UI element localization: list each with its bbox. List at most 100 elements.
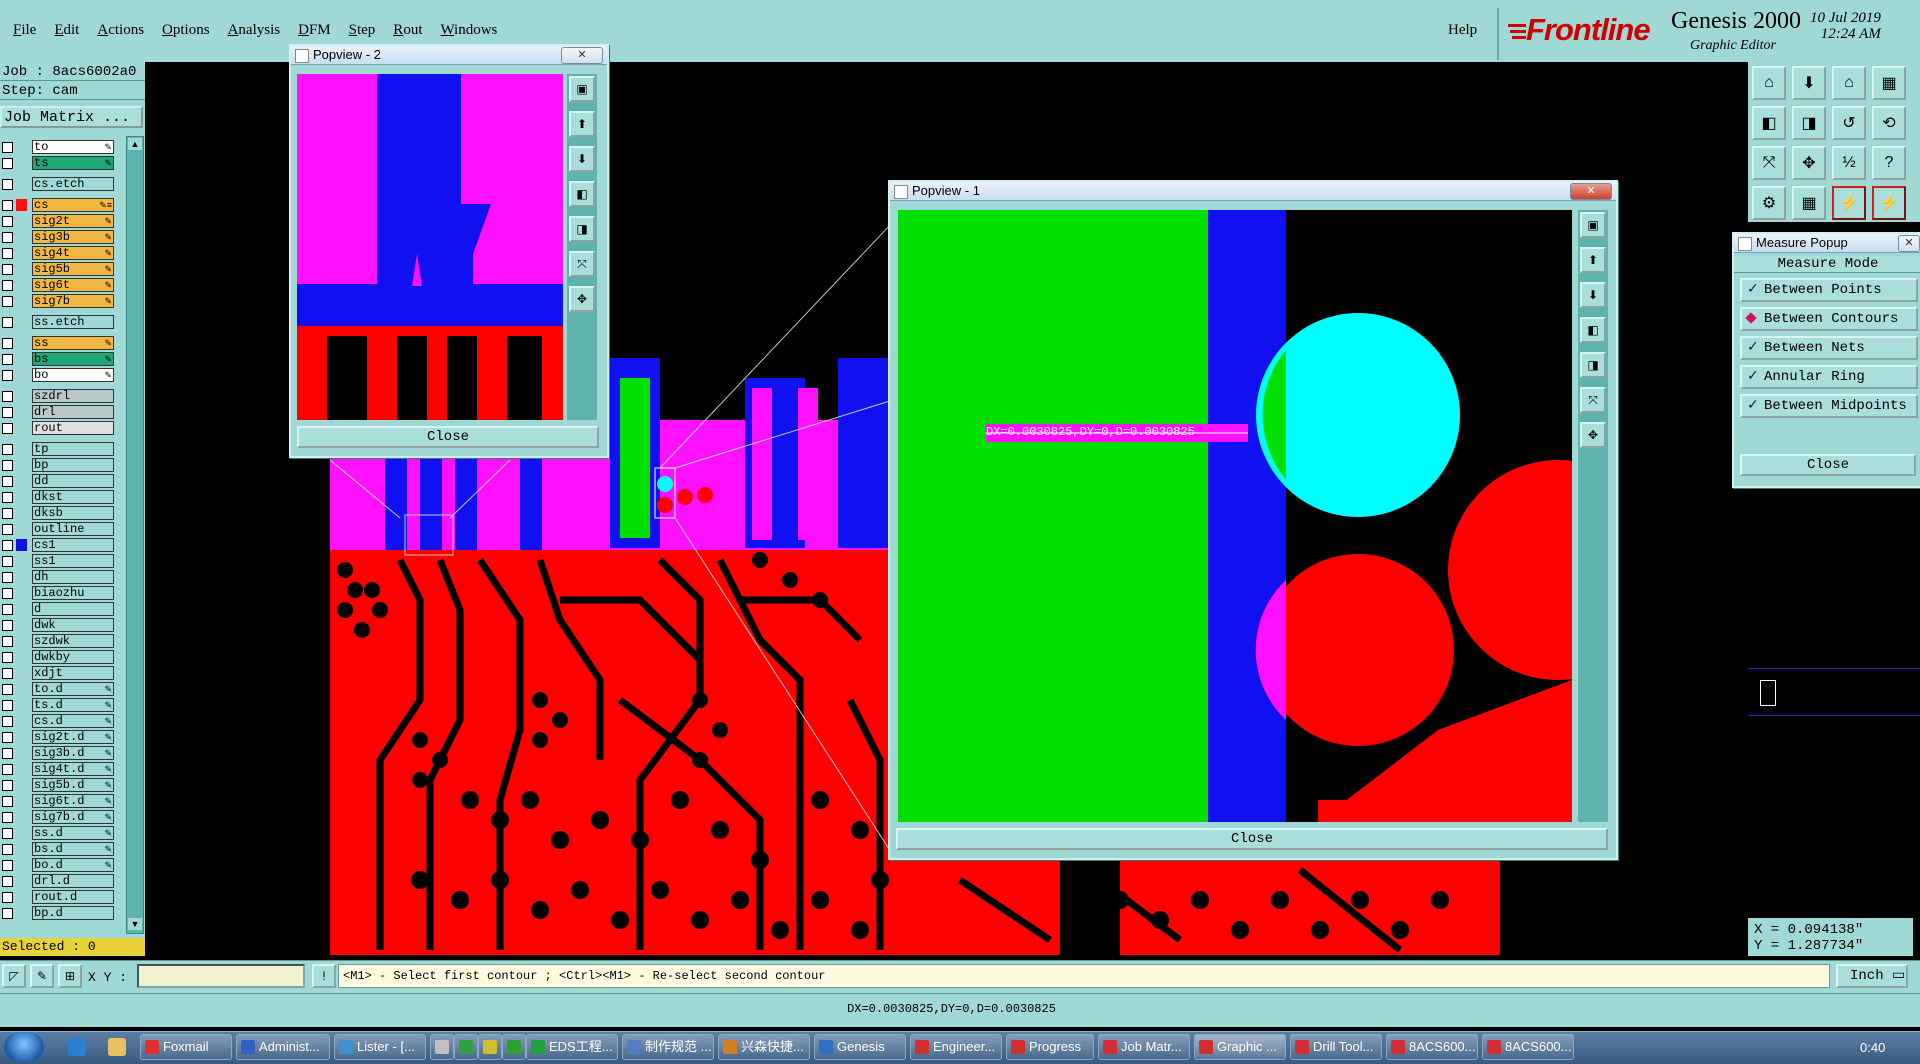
layer-row[interactable]: bo ✎: [0, 368, 118, 382]
popview-2-close-button[interactable]: Close: [297, 426, 599, 448]
layer-checkbox[interactable]: [2, 508, 13, 519]
layer-row[interactable]: bs.d ✎: [0, 842, 118, 856]
layer-name[interactable]: dd: [32, 474, 114, 488]
layer-row[interactable]: dh: [0, 570, 118, 584]
menu-step[interactable]: Step: [340, 22, 385, 39]
layer-checkbox[interactable]: [2, 216, 13, 227]
layer-row[interactable]: sig6t.d ✎: [0, 794, 118, 808]
layer-name[interactable]: biaozhu: [32, 586, 114, 600]
window-icon[interactable]: ▦: [1872, 66, 1906, 100]
xy-input[interactable]: [137, 964, 305, 988]
layer-row[interactable]: bs ✎: [0, 352, 118, 366]
layer-name[interactable]: bp: [32, 458, 114, 472]
view-tool-icon[interactable]: ◧: [569, 181, 595, 207]
layer-row[interactable]: dd: [0, 474, 118, 488]
grid-icon[interactable]: ▦: [1792, 186, 1826, 220]
layer-checkbox[interactable]: [2, 158, 13, 169]
layer-name[interactable]: xdjt: [32, 666, 114, 680]
layer-checkbox[interactable]: [2, 636, 13, 647]
layer-checkbox[interactable]: [2, 179, 13, 190]
measure-mode-option[interactable]: ✓ Annular Ring: [1740, 365, 1918, 389]
layer-name[interactable]: sig6t.d: [32, 794, 114, 808]
layer-row[interactable]: szdrl: [0, 389, 118, 403]
scroll-up-icon[interactable]: ▲: [128, 138, 142, 150]
layer-name[interactable]: sig6t: [32, 278, 114, 292]
layer-name[interactable]: ts.d: [32, 698, 114, 712]
close-icon[interactable]: ✕: [1898, 235, 1920, 252]
layer-checkbox[interactable]: [2, 232, 13, 243]
layer-checkbox[interactable]: [2, 844, 13, 855]
layer-row[interactable]: to ✎: [0, 140, 118, 154]
view-tool-icon[interactable]: ◧: [1580, 317, 1606, 343]
layer-name[interactable]: rout: [32, 421, 114, 435]
layer-checkbox[interactable]: [2, 142, 13, 153]
layer-checkbox[interactable]: [2, 876, 13, 887]
taskbar-task[interactable]: [502, 1034, 526, 1060]
layer-row[interactable]: sig3b.d ✎: [0, 746, 118, 760]
minimap-icon[interactable]: [1760, 680, 1776, 706]
redraw-icon[interactable]: ↺: [1832, 106, 1866, 140]
layer-row[interactable]: cs.d ✎: [0, 714, 118, 728]
layer-row[interactable]: drl.d: [0, 874, 118, 888]
layer-row[interactable]: dkst: [0, 490, 118, 504]
net-highlight-icon[interactable]: ⚡: [1832, 186, 1866, 220]
layer-row[interactable]: xdjt: [0, 666, 118, 680]
popview-1-canvas[interactable]: [898, 210, 1572, 822]
layer-checkbox[interactable]: [2, 828, 13, 839]
taskbar-task[interactable]: Drill Tool...: [1290, 1034, 1382, 1060]
layer-row[interactable]: biaozhu: [0, 586, 118, 600]
measure-mode-option[interactable]: ✓ Between Nets: [1740, 336, 1918, 360]
layer-row[interactable]: cs.etch: [0, 177, 118, 191]
layer-name[interactable]: drl: [32, 405, 114, 419]
layer-name[interactable]: bo.d: [32, 858, 114, 872]
layer-checkbox[interactable]: [2, 700, 13, 711]
layer-row[interactable]: drl: [0, 405, 118, 419]
layer-row[interactable]: ts.d ✎: [0, 698, 118, 712]
view-tool-icon[interactable]: ◨: [1580, 352, 1606, 378]
layer-row[interactable]: d: [0, 602, 118, 616]
layer-row[interactable]: outline: [0, 522, 118, 536]
layer-name[interactable]: sig2t: [32, 214, 114, 228]
job-matrix-button[interactable]: Job Matrix ...: [0, 106, 143, 128]
zoom-center-icon[interactable]: ✥: [1580, 422, 1606, 448]
layer-name[interactable]: outline: [32, 522, 114, 536]
layer-checkbox[interactable]: [2, 200, 13, 211]
folder-icon[interactable]: [108, 1038, 126, 1056]
layer-checkbox[interactable]: [2, 908, 13, 919]
zoom-fit-icon[interactable]: ⤧: [1752, 146, 1786, 180]
layer-checkbox[interactable]: [2, 296, 13, 307]
layer-row[interactable]: sig6t ✎: [0, 278, 118, 292]
layer-checkbox[interactable]: [2, 444, 13, 455]
layer-checkbox[interactable]: [2, 732, 13, 743]
measure-mode-option[interactable]: ✓ Between Midpoints: [1740, 394, 1918, 418]
layer-row[interactable]: tp: [0, 442, 118, 456]
layer-name[interactable]: cs.etch: [32, 177, 114, 191]
menu-edit[interactable]: Edit: [45, 22, 88, 39]
layer-name[interactable]: cs1: [32, 538, 114, 552]
layer-name[interactable]: sig3b: [32, 230, 114, 244]
layer-row[interactable]: dwkby: [0, 650, 118, 664]
zoom-center-icon[interactable]: ✥: [569, 286, 595, 312]
info-icon[interactable]: !: [312, 964, 336, 988]
menu-help[interactable]: Help: [1448, 22, 1477, 39]
layer-name[interactable]: dksb: [32, 506, 114, 520]
layer-row[interactable]: ts ✎: [0, 156, 118, 170]
layer-name[interactable]: drl.d: [32, 874, 114, 888]
select-tool-icon[interactable]: ◸: [2, 964, 26, 988]
close-icon[interactable]: ✕: [561, 47, 603, 64]
layer-name[interactable]: ss1: [32, 554, 114, 568]
layer-row[interactable]: ss.d ✎: [0, 826, 118, 840]
layer-name[interactable]: bo: [32, 368, 114, 382]
layer-checkbox[interactable]: [2, 604, 13, 615]
layer-row[interactable]: sig3b ✎: [0, 230, 118, 244]
view-tool-icon[interactable]: ▣: [569, 76, 595, 102]
layer-row[interactable]: sig4t ✎: [0, 246, 118, 260]
taskbar-task[interactable]: [454, 1034, 478, 1060]
layer-checkbox[interactable]: [2, 407, 13, 418]
layer-name[interactable]: ss.d: [32, 826, 114, 840]
menu-dfm[interactable]: DFM: [289, 22, 340, 39]
layer-row[interactable]: sig5b ✎: [0, 262, 118, 276]
taskbar-task[interactable]: Foxmail: [140, 1034, 232, 1060]
measure-close-button[interactable]: Close: [1740, 454, 1916, 476]
layer-name[interactable]: sig2t.d: [32, 730, 114, 744]
